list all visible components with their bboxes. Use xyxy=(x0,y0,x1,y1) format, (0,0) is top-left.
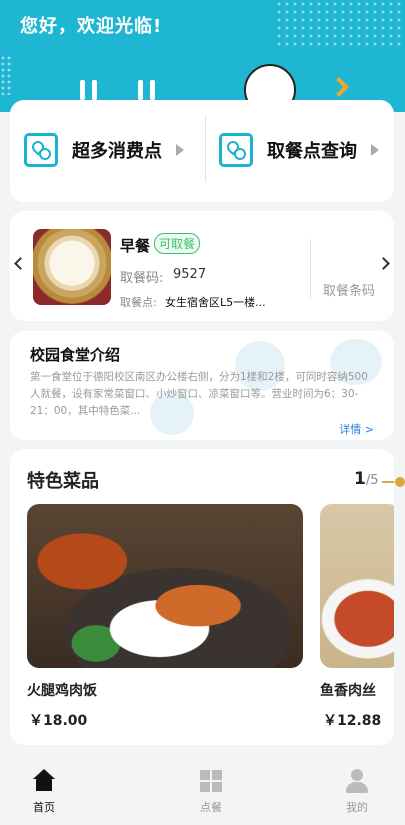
pickup-point-query-entry[interactable]: 取餐点查询 xyxy=(219,130,379,170)
chevron-left-icon[interactable] xyxy=(14,257,27,270)
arrow-right-icon xyxy=(371,144,379,156)
canteen-intro-card[interactable]: 校园食堂介绍 第一食堂位于德阳校区南区办公楼右侧，分为1楼和2楼，可同时容纳50… xyxy=(10,331,394,440)
dish-image[interactable] xyxy=(320,504,394,668)
user-icon xyxy=(345,769,369,793)
banner-decoration xyxy=(150,80,155,100)
divider xyxy=(205,116,206,182)
pager-current: 1 xyxy=(354,469,366,489)
banner-decoration xyxy=(138,80,143,100)
dots-decoration-left xyxy=(0,55,12,95)
banner-decoration xyxy=(80,80,85,100)
dish-name: 鱼香肉丝 xyxy=(320,683,376,699)
pager-indicator: 1/5 xyxy=(354,469,379,489)
arrow-right-icon xyxy=(176,144,184,156)
entry-label: 取餐点查询 xyxy=(267,141,357,162)
chevron-right-icon[interactable] xyxy=(377,257,390,270)
divider xyxy=(310,239,311,299)
pickup-barcode-button[interactable]: 取餐条码 xyxy=(323,280,375,299)
bottom-tab-bar: 首页 点餐 我的 xyxy=(0,755,405,825)
greeting-text: 您好，欢迎光临! xyxy=(20,16,163,37)
quick-entry-card: 超多消费点 取餐点查询 xyxy=(10,100,394,202)
banner-decoration xyxy=(92,80,97,100)
dots-decoration xyxy=(275,0,405,50)
dish-price: ￥18.00 xyxy=(29,713,88,729)
pager-line xyxy=(382,481,394,483)
order-meal-title: 早餐 xyxy=(120,237,151,255)
home-icon xyxy=(32,769,56,793)
map-location-icon xyxy=(219,133,253,167)
pager-dot xyxy=(395,477,405,487)
pickup-code-value: 9527 xyxy=(173,267,207,282)
pickup-point-value: 女生宿舍区L5一楼... xyxy=(165,296,266,309)
tab-label: 我的 xyxy=(346,801,368,814)
pickup-point-label: 取餐点: xyxy=(120,296,157,309)
pager-total: /5 xyxy=(365,473,379,488)
map-location-icon xyxy=(24,133,58,167)
grid-icon xyxy=(199,769,223,793)
tab-mine[interactable]: 我的 xyxy=(317,765,397,815)
status-badge: 可取餐 xyxy=(154,233,201,254)
banner-arrow-decoration xyxy=(329,77,349,97)
featured-dishes-card: 特色菜品 1/5 火腿鸡肉饭 ￥18.00 鱼香肉丝 ￥12.88 xyxy=(10,449,394,745)
tab-order[interactable]: 点餐 xyxy=(171,765,251,815)
dish-price: ￥12.88 xyxy=(323,713,382,729)
intro-title: 校园食堂介绍 xyxy=(30,346,121,364)
consumption-points-entry[interactable]: 超多消费点 xyxy=(24,130,184,170)
order-card: 早餐 可取餐 取餐码: 9527 取餐点: 女生宿舍区L5一楼... 取餐条码 xyxy=(10,211,394,321)
tab-label: 点餐 xyxy=(200,801,222,814)
dish-image[interactable] xyxy=(27,504,303,668)
section-title: 特色菜品 xyxy=(27,471,99,492)
pickup-code-label: 取餐码: xyxy=(120,271,164,286)
tab-home[interactable]: 首页 xyxy=(4,765,84,815)
header-banner: 您好，欢迎光临! xyxy=(0,0,405,112)
tab-label: 首页 xyxy=(33,801,55,814)
entry-label: 超多消费点 xyxy=(72,141,162,162)
dish-name: 火腿鸡肉饭 xyxy=(27,683,97,699)
intro-text: 第一食堂位于德阳校区南区办公楼右侧，分为1楼和2楼，可同时容纳500人就餐，设有… xyxy=(30,371,368,417)
details-link[interactable]: 详情 > xyxy=(339,421,374,437)
order-food-image xyxy=(33,229,111,305)
